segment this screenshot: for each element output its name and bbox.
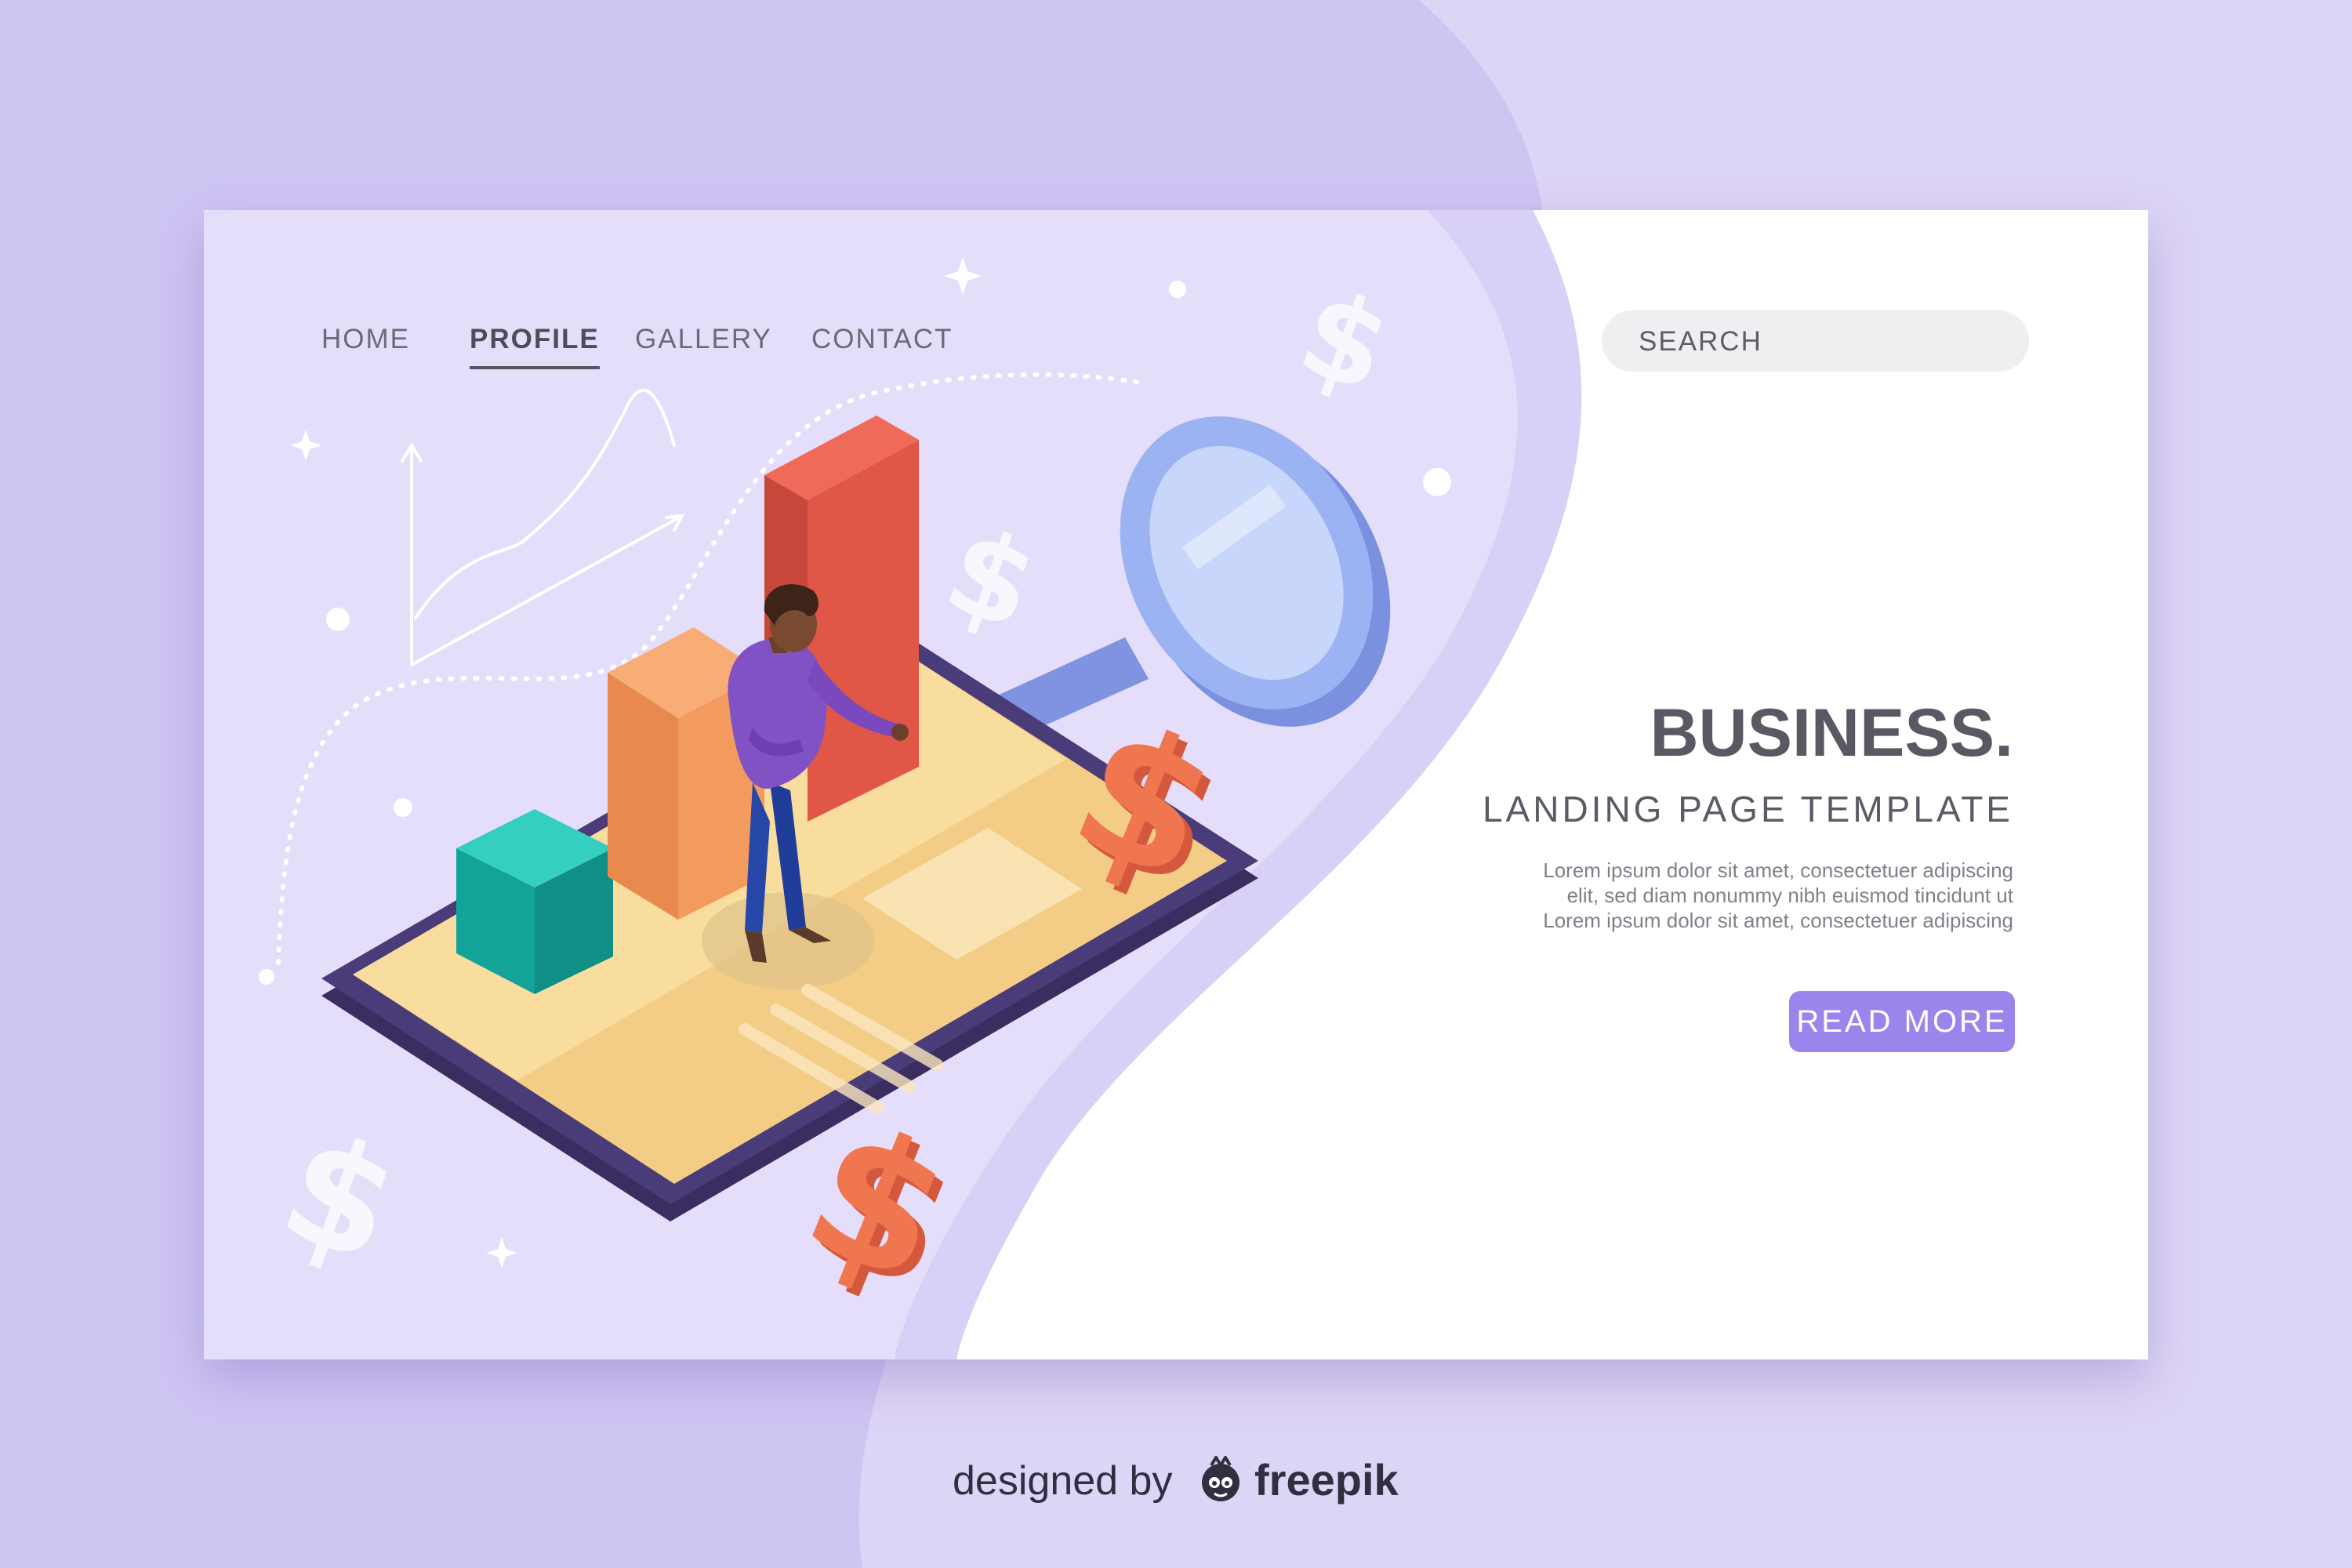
hero-description-line: elit, sed diam nonummy nibh euismod tinc… [1566, 884, 2013, 907]
svg-text:$: $ [929, 501, 1053, 657]
nav-item-label: CONTACT [811, 324, 953, 354]
nav-item-label: GALLERY [635, 324, 772, 354]
hero-subtitle: LANDING PAGE TEMPLATE [1482, 789, 2013, 829]
hero-description-line: Lorem ipsum dolor sit amet, consectetuer… [1543, 858, 2013, 882]
read-more-button[interactable]: READ MORE [1789, 991, 2015, 1052]
nav-item-label: PROFILE [470, 324, 600, 354]
freepik-logo-icon [1202, 1456, 1240, 1501]
hero-title: BUSINESS. [1650, 695, 2013, 771]
magnifying-glass-icon [996, 416, 1391, 737]
designed-by-text: designed by [953, 1458, 1173, 1504]
nav-item-profile[interactable]: PROFILE [470, 324, 600, 369]
nav-item-home[interactable]: HOME [321, 324, 410, 355]
hero-description: Lorem ipsum dolor sit amet, consectetuer… [1543, 858, 2013, 933]
freepik-brand-text: freepik [1254, 1455, 1399, 1504]
search-input[interactable]: SEARCH [1602, 310, 2029, 372]
search-placeholder: SEARCH [1639, 326, 1762, 357]
nav-item-contact[interactable]: CONTACT [811, 324, 953, 355]
business-illustration: $ $ $ $ $ $ $ [259, 257, 1451, 1333]
svg-text:$: $ [262, 1098, 419, 1297]
nav-item-gallery[interactable]: GALLERY [635, 324, 772, 355]
svg-text:$: $ [1283, 263, 1406, 419]
nav-item-label: HOME [321, 324, 410, 354]
line-chart-icon [401, 388, 685, 666]
hero-description-line: Lorem ipsum dolor sit amet, consectetuer… [1543, 909, 2013, 932]
active-nav-underline [470, 366, 600, 369]
landing-card: $ $ $ $ $ $ $ HOME PROFILE GALLERY CONTA… [204, 210, 2148, 1359]
